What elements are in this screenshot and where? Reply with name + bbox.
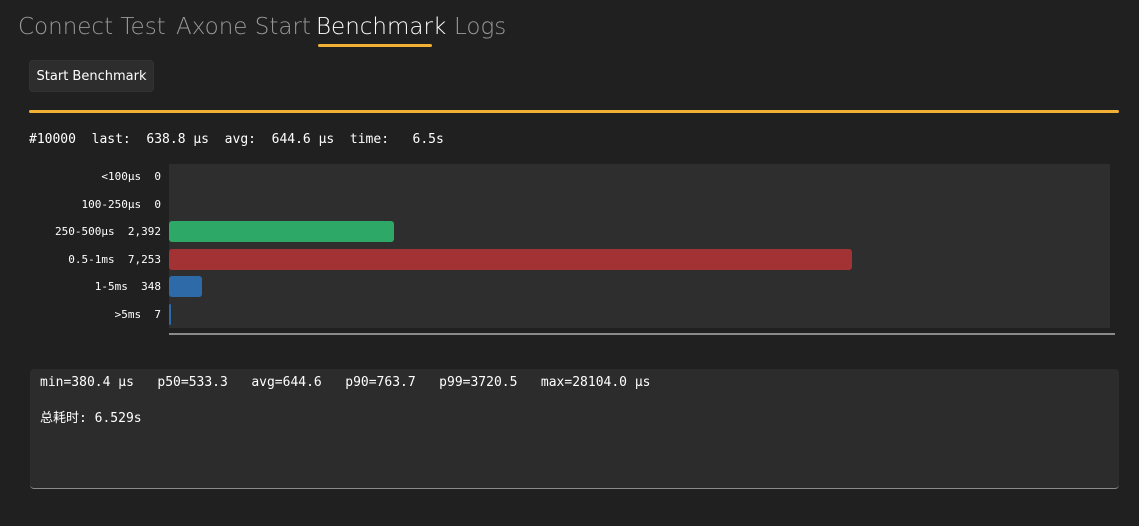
total-time: 总耗时: 6.529s — [40, 411, 142, 426]
tab-connect-test[interactable]: Connect Test — [18, 10, 166, 44]
tab-logs[interactable]: Logs — [454, 10, 506, 44]
chart-row-label: <100µs 0 — [101, 170, 161, 183]
percentile-stats: min=380.4 µs p50=533.3 avg=644.6 p90=763… — [40, 375, 651, 390]
chart-axis-line — [169, 333, 1115, 335]
tab-axone-start[interactable]: Axone Start — [176, 10, 311, 44]
chart-bar — [169, 303, 171, 325]
chart-bar — [169, 248, 852, 270]
chart-row-label: 250-500µs 2,392 — [55, 225, 161, 238]
chart-bar — [169, 221, 395, 242]
chart-row-label: 100-250µs 0 — [81, 197, 161, 211]
benchmark-status-line: #10000 last: 638.8 µs avg: 644.6 µs time… — [29, 132, 444, 147]
tab-benchmark[interactable]: Benchmark — [316, 10, 446, 44]
tab-bar: Connect Test Axone Start Benchmark Logs — [0, 0, 1139, 50]
chart-row-label: 1-5ms 348 — [94, 280, 161, 293]
start-benchmark-button[interactable]: Start Benchmark — [29, 60, 154, 92]
progress-bar — [29, 110, 1119, 113]
stats-panel: min=380.4 µs p50=533.3 avg=644.6 p90=763… — [30, 369, 1119, 489]
chart-row-label: >5ms 7 — [114, 307, 161, 321]
chart-bar — [169, 276, 202, 297]
chart-plot-area — [169, 164, 1110, 328]
progress-bar-fill — [29, 110, 1119, 113]
chart-row-label: 0.5-1ms 7,253 — [68, 252, 161, 266]
active-tab-indicator — [318, 44, 432, 47]
